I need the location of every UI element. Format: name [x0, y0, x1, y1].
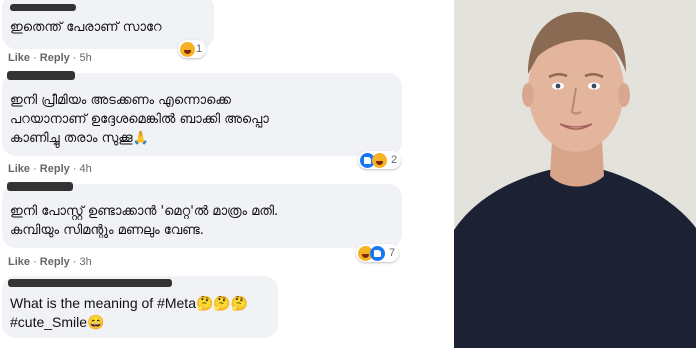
redacted-commenter-name	[7, 71, 75, 80]
like-link[interactable]: Like	[8, 163, 30, 175]
comment-text: ഇതെന്ത് പേരാണ് സാറേ	[10, 20, 162, 35]
redacted-commenter-name	[7, 182, 73, 191]
haha-icon	[180, 41, 195, 57]
reaction-badge[interactable]: 7	[356, 244, 400, 262]
person-photo	[454, 0, 696, 348]
reaction-count: 7	[389, 247, 396, 259]
portrait-illustration	[454, 0, 696, 348]
redacted-commenter-name	[8, 279, 172, 287]
comment-bubble: ഇനി പോസ്റ്റ് ഉണ്ടാക്കാൻ 'മെറ്റ'ൽ മാത്രം …	[2, 182, 402, 248]
comment-bubble: What is the meaning of #Meta🤔🤔🤔 #cute_Sm…	[2, 276, 278, 338]
reply-link[interactable]: Reply	[40, 163, 70, 175]
reaction-badge[interactable]: 1	[178, 40, 207, 58]
reply-link[interactable]: Reply	[40, 52, 70, 64]
like-icon	[370, 245, 385, 261]
comment-bubble: ഇനി പ്രീമിയം അടക്കണം എന്നൊക്കെ പറയാനാണ് …	[2, 71, 402, 156]
timestamp: 5h	[79, 52, 92, 64]
timestamp: 3h	[79, 256, 92, 268]
comment-actions: Like · Reply · 4h	[8, 163, 92, 175]
like-link[interactable]: Like	[8, 52, 30, 64]
comment-actions: Like · Reply · 3h	[8, 256, 92, 268]
reply-link[interactable]: Reply	[40, 256, 70, 268]
like-link[interactable]: Like	[8, 256, 30, 268]
reaction-badge[interactable]: 2	[358, 151, 402, 169]
comment-text: ഇനി പ്രീമിയം അടക്കണം എന്നൊക്കെ പറയാനാണ് …	[10, 93, 269, 146]
timestamp: 4h	[79, 163, 92, 175]
reaction-count: 1	[196, 43, 203, 55]
comment-thread: ഇതെന്ത് പേരാണ് സാറേ 1 Like · Reply · 5h …	[0, 0, 430, 348]
comment-text: ഇനി പോസ്റ്റ് ഉണ്ടാക്കാൻ 'മെറ്റ'ൽ മാത്രം …	[10, 204, 279, 238]
comment-actions: Like · Reply · 5h	[8, 52, 92, 64]
redacted-commenter-name	[10, 4, 76, 11]
comment-text: What is the meaning of #Meta🤔🤔🤔 #cute_Sm…	[10, 295, 249, 330]
reaction-count: 2	[391, 154, 398, 166]
haha-icon	[372, 152, 387, 168]
